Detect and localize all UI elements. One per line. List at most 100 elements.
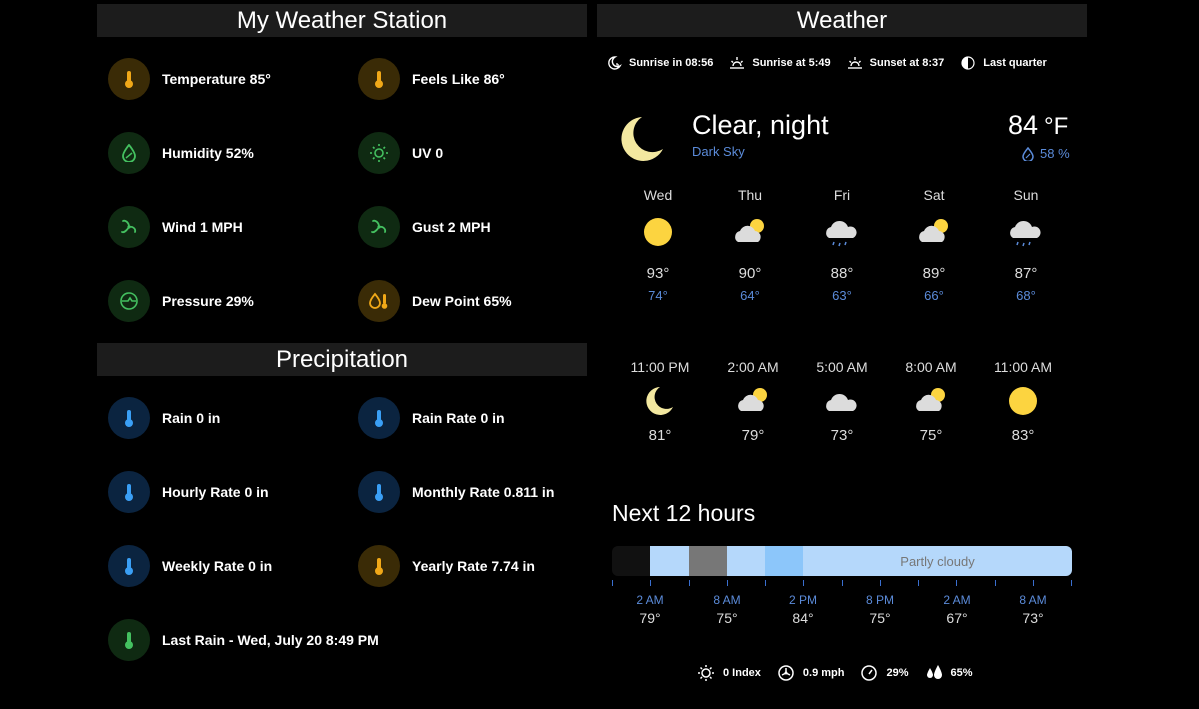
forecast-day: Thu 90° 64° — [720, 187, 780, 303]
timeline-slot: 8 PM 75° — [845, 593, 915, 626]
thermometer-icon — [108, 619, 150, 661]
entity-label: Temperature 85° — [162, 71, 271, 87]
entity-label: Weekly Rate 0 in — [162, 558, 273, 574]
forecast-hour: 11:00 PM 81° — [625, 359, 695, 444]
current-condition: Clear, night — [692, 110, 829, 140]
forecast-day: Sun 87° 68° — [996, 187, 1056, 303]
timeline-temp: 75° — [869, 610, 891, 626]
moon-last-quarter-icon — [961, 56, 975, 70]
entity-hourly-rate[interactable]: Hourly Rate 0 in — [108, 470, 269, 514]
stat-label: 29% — [886, 667, 909, 679]
humidity-stat: 65% — [925, 664, 973, 682]
bottom-stats: 0 Index 0.9 mph 29% 65% — [697, 664, 989, 682]
timeline-time: 8 AM — [1019, 593, 1047, 607]
gauge-icon — [861, 665, 878, 681]
entity-wind[interactable]: Wind 1 MPH — [108, 205, 243, 249]
entity-gust[interactable]: Gust 2 MPH — [358, 205, 491, 249]
timeline-slot: 2 AM 67° — [922, 593, 992, 626]
sun-next-rise: Sunrise in 08:56 — [606, 55, 713, 71]
forecast-day-name: Sat — [923, 187, 945, 203]
entity-temperature[interactable]: Temperature 85° — [108, 57, 271, 101]
entity-last-rain[interactable]: Last Rain - Wed, July 20 8:49 PM — [108, 618, 379, 662]
thermometer-icon — [108, 58, 150, 100]
wind-speed-stat: 0.9 mph — [777, 664, 844, 682]
crescent-moon-icon — [621, 117, 663, 161]
timeline-slot: 8 AM 73° — [998, 593, 1068, 626]
entity-monthly-rate[interactable]: Monthly Rate 0.811 in — [358, 470, 554, 514]
rainy-icon — [1010, 220, 1041, 247]
next-12-hours-title: Next 12 hours — [612, 500, 756, 526]
timeline-temp: 75° — [716, 610, 738, 626]
entity-uv[interactable]: UV 0 — [358, 131, 443, 175]
dew-drops-icon — [926, 665, 942, 679]
forecast-hour: 5:00 AM 73° — [807, 359, 877, 444]
sun-outline-icon — [698, 665, 714, 681]
entity-feels-like[interactable]: Feels Like 86° — [358, 57, 505, 101]
entity-label: Feels Like 86° — [412, 71, 505, 87]
forecast-hour-temp: 81° — [648, 427, 672, 444]
entity-yearly-rate[interactable]: Yearly Rate 7.74 in — [358, 544, 535, 588]
moon-phase: Last quarter — [960, 55, 1047, 71]
timeline-temp: 67° — [946, 610, 968, 626]
sunny-icon — [644, 218, 672, 246]
sun-sunrise: Sunrise at 5:49 — [729, 55, 831, 71]
sun-label: Sunrise at 5:49 — [752, 57, 831, 69]
timeline-time: 2 PM — [788, 593, 817, 607]
stat-label: 65% — [950, 667, 973, 679]
forecast-day: Fri 88° 63° — [812, 187, 872, 303]
forecast-low: 63° — [832, 288, 852, 303]
entity-label: UV 0 — [412, 145, 444, 161]
sun-label: Sunrise in 08:56 — [629, 57, 714, 69]
tick — [918, 580, 919, 586]
entity-rain-rate[interactable]: Rain Rate 0 in — [358, 396, 505, 440]
current-humidity-value: 58 % — [1040, 146, 1070, 161]
rainy-icon — [826, 220, 857, 247]
wind-icon — [108, 206, 150, 248]
moon-clock-icon — [608, 56, 622, 70]
entity-label: Pressure 29% — [162, 293, 254, 309]
tick — [956, 580, 957, 586]
forecast-high: 93° — [646, 265, 670, 282]
station-header: My Weather Station — [97, 4, 587, 37]
forecast-day-name: Wed — [643, 187, 673, 203]
entity-humidity[interactable]: Humidity 52% — [108, 131, 254, 175]
thermometer-icon — [358, 58, 400, 100]
sun-label: Sunset at 8:37 — [869, 57, 945, 69]
forecast-hour-temp: 73° — [830, 427, 854, 444]
forecast-high: 89° — [922, 265, 946, 282]
sun-sunset: Sunset at 8:37 — [847, 55, 945, 71]
entity-rain[interactable]: Rain 0 in — [108, 396, 220, 440]
timeline-ticks — [612, 580, 1072, 586]
timeline-slot: 2 PM 84° — [768, 593, 838, 626]
weather-provider[interactable]: Dark Sky — [692, 144, 745, 159]
entity-dew-point[interactable]: Dew Point 65% — [358, 279, 512, 323]
forecast-low: 74° — [648, 288, 668, 303]
partly-cloudy-icon — [919, 219, 948, 242]
timeline-temp: 73° — [1022, 610, 1044, 626]
forecast-hour: 8:00 AM 75° — [896, 359, 966, 444]
timeline-temp: 79° — [639, 610, 661, 626]
stat-label: 0 Index — [723, 667, 761, 679]
forecast-hour: 11:00 AM 83° — [988, 359, 1058, 444]
tick — [727, 580, 728, 586]
thermometer-icon — [108, 545, 150, 587]
entity-label: Hourly Rate 0 in — [162, 484, 269, 500]
timeline-slot: 2 AM 79° — [615, 593, 685, 626]
timeline-time: 8 PM — [865, 593, 894, 607]
sun-icon — [358, 132, 400, 174]
entity-pressure[interactable]: Pressure 29% — [108, 279, 254, 323]
timeline-slot: 8 AM 75° — [692, 593, 762, 626]
entity-label: Monthly Rate 0.811 in — [412, 484, 555, 500]
forecast-day: Wed 93° 74° — [628, 187, 688, 303]
entity-label: Yearly Rate 7.74 in — [412, 558, 535, 574]
entity-label: Gust 2 MPH — [412, 219, 491, 235]
wind-icon — [358, 206, 400, 248]
forecast-hour-time: 11:00 PM — [630, 359, 690, 375]
sun-label: Last quarter — [983, 57, 1047, 69]
uv-index-stat: 0 Index — [697, 664, 761, 682]
entity-weekly-rate[interactable]: Weekly Rate 0 in — [108, 544, 272, 588]
entity-label: Dew Point 65% — [412, 293, 512, 309]
tick — [650, 580, 651, 586]
forecast-hour-temp: 75° — [919, 427, 943, 444]
entity-label: Rain Rate 0 in — [412, 410, 505, 426]
